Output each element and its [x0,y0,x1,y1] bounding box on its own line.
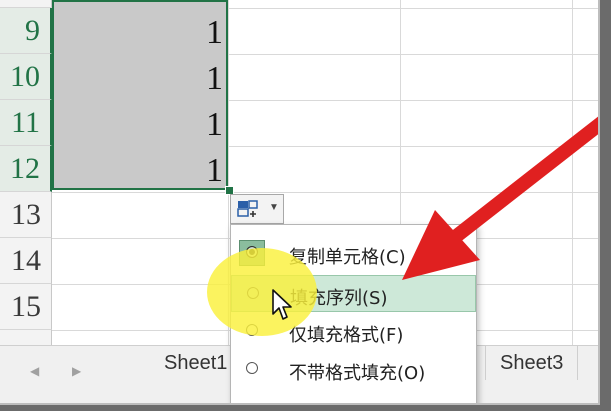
menu-item-fill-without-formatting[interactable]: 不带格式填充(O) [231,351,476,388]
radio-icon [246,362,258,374]
sheet-tab-sheet1[interactable]: Sheet1 [150,346,243,380]
menu-item-label: 不带格式填充(O) [289,363,426,384]
scroll-left-icon[interactable]: ◀ [30,364,39,378]
mouse-pointer-icon [272,289,292,320]
row-header-15[interactable]: 15 [0,284,52,330]
chevron-down-icon: ▼ [269,202,279,213]
cursor-highlight [207,248,317,336]
row-header-11[interactable]: 11 [0,100,52,146]
cell-value[interactable]: 1 [55,56,223,102]
red-arrow-annotation [402,116,598,280]
menu-item-label: 复制单元格(C) [289,247,406,268]
row-header-partial[interactable] [0,0,52,8]
menu-item-label: 仅填充格式(F) [289,325,404,346]
row-header-13[interactable]: 13 [0,192,52,238]
scroll-right-icon[interactable]: ▶ [72,364,81,378]
excel-window: 9 10 11 12 13 14 15 1 1 1 1 1 ▼ ◀ ▶ Shee… [0,0,600,405]
row-header-14[interactable]: 14 [0,238,52,284]
row-header-10[interactable]: 10 [0,54,52,100]
cell-value[interactable]: 1 [55,0,223,10]
cell-value[interactable]: 1 [55,148,223,194]
cell-value[interactable]: 1 [55,102,223,148]
row-header-12[interactable]: 12 [0,146,52,192]
sheet-tab-sheet3[interactable]: Sheet3 [485,346,579,380]
autofill-options-icon [237,200,258,217]
row-header-9[interactable]: 9 [0,8,52,54]
autofill-options-button[interactable]: ▼ [230,194,284,224]
cell-value[interactable]: 1 [55,10,223,56]
